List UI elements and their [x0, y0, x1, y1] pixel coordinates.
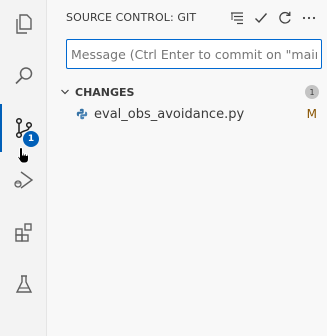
explorer-button[interactable] [0, 0, 47, 48]
python-file-icon [76, 108, 88, 120]
vscode-window: 1 SOURCE CONTROL: GIT Message (Ctrl Ente… [0, 0, 327, 336]
ellipsis-icon [302, 16, 316, 19]
chevron-down-icon [57, 84, 73, 100]
commit-button[interactable] [251, 8, 271, 28]
file-status-modified: M [306, 107, 317, 121]
view-as-tree-button[interactable] [227, 8, 247, 28]
commit-message-input[interactable] [66, 39, 322, 69]
activity-bar: 1 [0, 0, 47, 336]
header-actions [227, 8, 319, 28]
changed-file-row[interactable]: eval_obs_avoidance.py M [47, 103, 327, 125]
extensions-button[interactable] [0, 208, 47, 256]
check-icon [255, 12, 268, 23]
changes-section-header[interactable]: CHANGES 1 [47, 81, 327, 103]
search-icon [14, 67, 32, 85]
run-debug-icon [13, 171, 33, 189]
list-tree-icon [231, 11, 243, 24]
sidebar-title: SOURCE CONTROL: GIT [66, 11, 197, 24]
files-icon [15, 14, 32, 34]
extensions-icon [14, 223, 32, 242]
refresh-icon [279, 11, 291, 24]
changes-badge: 1 [23, 131, 39, 147]
sidebar-header: SOURCE CONTROL: GIT [47, 0, 327, 35]
file-name: eval_obs_avoidance.py [94, 106, 245, 122]
source-control-button[interactable]: 1 [0, 104, 47, 152]
changes-label: CHANGES [75, 85, 135, 99]
changes-count-badge: 1 [305, 85, 319, 99]
search-button[interactable] [0, 52, 47, 100]
testing-button[interactable] [0, 260, 47, 308]
hand-cursor-icon [17, 146, 29, 164]
flask-icon [15, 275, 32, 293]
source-control-sidebar: SOURCE CONTROL: GIT Message (Ctrl Enter … [47, 0, 327, 336]
refresh-button[interactable] [275, 8, 295, 28]
commit-message-container [47, 35, 327, 73]
more-actions-button[interactable] [299, 8, 319, 28]
